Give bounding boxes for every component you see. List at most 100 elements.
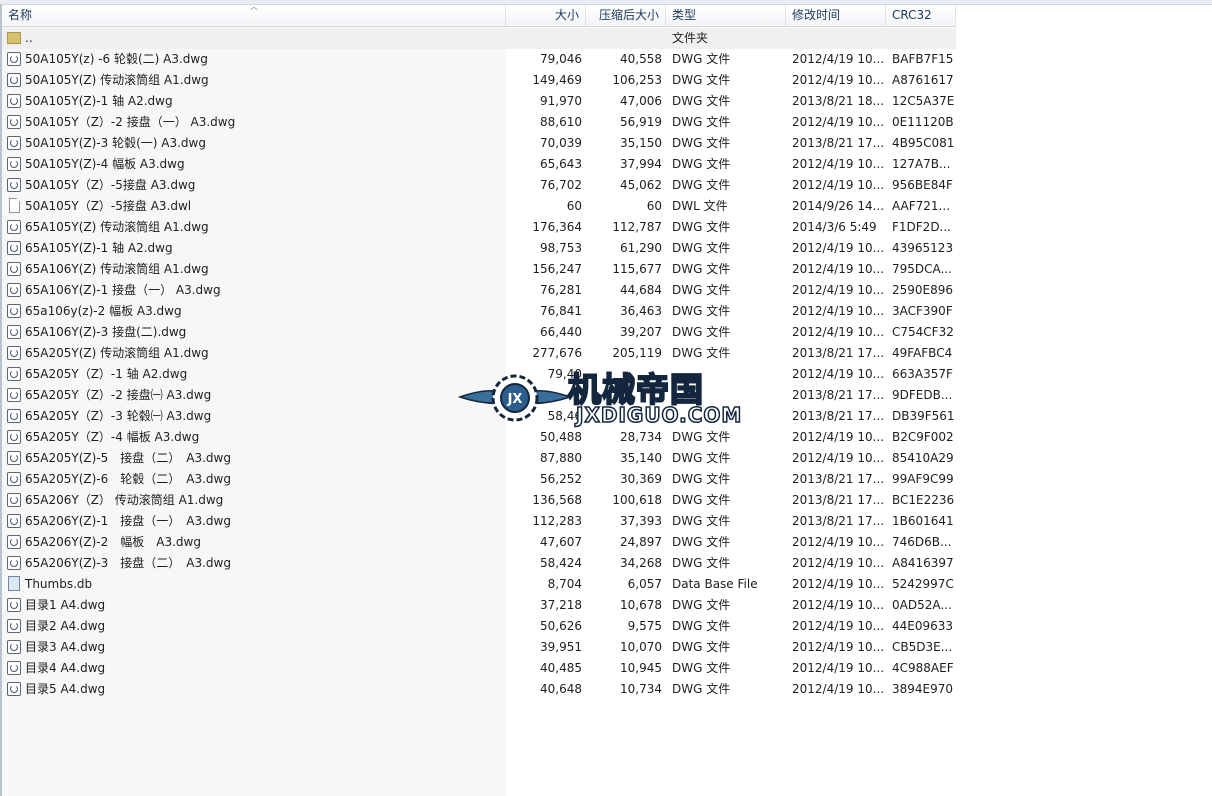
file-type: DWG 文件 (672, 178, 731, 192)
file-size: 40,648 (540, 682, 582, 696)
file-row[interactable]: 65a106y(z)-2 幅板 A3.dwg 76,841 36,463 DWG 文件… (2, 301, 956, 322)
file-name: 50A105Y(Z)-1 轴 A2.dwg (25, 94, 173, 108)
file-name: 50A105Y(Z) 传动滚筒组 A1.dwg (25, 73, 209, 87)
file-crc32: 0E11120B (892, 115, 954, 129)
file-packed-size: 10,945 (620, 661, 662, 675)
dwg-file-icon (6, 471, 22, 487)
file-crc32: 4C988AEF (892, 661, 954, 675)
column-header-packed-size[interactable]: 压缩后大小 (586, 5, 666, 26)
file-packed-size: 56,919 (620, 115, 662, 129)
file-modified: 2013/8/21 18... (792, 94, 885, 108)
file-row[interactable]: 65A206Y(Z)-3 接盘（二） A3.dwg 58,424 34,268 DWG… (2, 553, 956, 574)
file-packed-size: 205,119 (612, 346, 662, 360)
file-packed-size: 61,290 (620, 241, 662, 255)
column-header-type[interactable]: 类型 (666, 5, 786, 26)
file-name: 50A105Y（Z）-2 接盘（一） A3.dwg (25, 115, 236, 129)
db-file-icon (6, 576, 22, 592)
file-name: 65A206Y（Z） 传动滚筒组 A1.dwg (25, 493, 224, 507)
file-name: Thumbs.db (25, 577, 93, 591)
column-header-size[interactable]: 大小 (506, 5, 586, 26)
file-row[interactable]: 50A105Y(Z)-3 轮毂(一) A3.dwg 70,039 35,150 DWG… (2, 133, 956, 154)
file-crc32: 1B601641 (892, 514, 954, 528)
file-row[interactable]: 65A205Y(Z)-5 接盘（二） A3.dwg 87,880 35,140 DWG… (2, 448, 956, 469)
file-type: DWG 文件 (672, 73, 731, 87)
file-name: 65A205Y(Z) 传动滚筒组 A1.dwg (25, 346, 209, 360)
file-row[interactable]: 50A105Y(Z)-1 轴 A2.dwg 91,970 47,006 DWG 文件 2… (2, 91, 956, 112)
file-row[interactable]: 65A106Y(Z)-3 接盘(二).dwg 66,440 39,207 DWG 文件… (2, 322, 956, 343)
column-header-name[interactable]: 名称 ︿ (2, 3, 506, 26)
file-modified: 2014/9/26 14... (792, 199, 885, 213)
file-row[interactable]: Thumbs.db 8,704 6,057 Data Base File 2012/4/… (2, 574, 956, 595)
file-type: DWG 文件 (672, 136, 731, 150)
file-packed-size: 112,787 (612, 220, 662, 234)
file-row[interactable]: 65A106Y(Z)-1 接盘（一） A3.dwg 76,281 44,684 DWG… (2, 280, 956, 301)
dwl-file-icon (6, 198, 22, 214)
dwg-file-icon (6, 177, 22, 193)
file-crc32: 49FAFBC4 (892, 346, 953, 360)
file-modified: 2012/4/19 10... (792, 556, 885, 570)
file-row[interactable]: 65A206Y(Z)-2 幅板 A3.dwg 47,607 24,897 DWG 文件… (2, 532, 956, 553)
dwg-file-icon (6, 240, 22, 256)
file-size: 60 (566, 199, 582, 213)
parent-folder-type: 文件夹 (672, 31, 709, 45)
file-type: DWG 文件 (672, 472, 731, 486)
file-row[interactable]: 目录3 A4.dwg 39,951 10,070 DWG 文件 2012/4/19 10… (2, 637, 956, 658)
file-name: 目录1 A4.dwg (25, 598, 106, 612)
dwg-file-icon (6, 618, 22, 634)
file-modified: 2012/4/19 10... (792, 73, 885, 87)
file-packed-size: 115,677 (612, 262, 662, 276)
file-size: 176,364 (532, 220, 582, 234)
dwg-file-icon (6, 597, 22, 613)
file-row[interactable]: 目录5 A4.dwg 40,648 10,734 DWG 文件 2012/4/19 10… (2, 679, 956, 700)
dwg-file-icon (6, 408, 22, 424)
file-row[interactable]: 目录2 A4.dwg 50,626 9,575 DWG 文件 2012/4/19 10.… (2, 616, 956, 637)
file-name: 65A106Y(Z)-3 接盘(二).dwg (25, 325, 187, 339)
file-type: DWG 文件 (672, 661, 731, 675)
dwg-file-icon (6, 72, 22, 88)
file-row[interactable]: 65A206Y（Z） 传动滚筒组 A1.dwg 136,568 100,618 DWG… (2, 490, 956, 511)
file-name: 目录3 A4.dwg (25, 640, 106, 654)
file-row[interactable]: 50A105Y（Z）-5接盘 A3.dwg 76,702 45,062 DWG 文件 2… (2, 175, 956, 196)
file-row[interactable]: 50A105Y(z) -6 轮毂(二) A3.dwg 79,046 40,558 DW… (2, 49, 956, 70)
file-name: 65A205Y(Z)-5 接盘（二） A3.dwg (25, 451, 231, 465)
file-row[interactable]: 65A205Y(Z) 传动滚筒组 A1.dwg 277,676 205,119 DWG… (2, 343, 956, 364)
file-row[interactable]: 65A105Y(Z)-1 轴 A2.dwg 98,753 61,290 DWG 文件 2… (2, 238, 956, 259)
file-row[interactable]: 50A105Y（Z）-5接盘 A3.dwl 60 60 DWL 文件 2014/9/26… (2, 196, 956, 217)
file-row[interactable]: 目录4 A4.dwg 40,485 10,945 DWG 文件 2012/4/19 10… (2, 658, 956, 679)
file-modified: 2013/8/21 17... (792, 514, 885, 528)
file-row[interactable]: 50A105Y(Z) 传动滚筒组 A1.dwg 149,469 106,253 DWG… (2, 70, 956, 91)
dwg-file-icon (6, 660, 22, 676)
file-row[interactable]: 50A105Y（Z）-2 接盘（一） A3.dwg 88,610 56,919 DWG… (2, 112, 956, 133)
file-row[interactable]: 50A105Y(Z)-4 幅板 A3.dwg 65,643 37,994 DWG 文件… (2, 154, 956, 175)
column-header-modified[interactable]: 修改时间 (786, 5, 886, 26)
file-name: 65A106Y(Z) 传动滚筒组 A1.dwg (25, 262, 209, 276)
file-modified: 2012/4/19 10... (792, 661, 885, 675)
file-type: DWG 文件 (672, 514, 731, 528)
dwg-file-icon (6, 639, 22, 655)
watermark-url: JXDIGUO.COM (575, 402, 743, 428)
file-crc32: 12C5A37E (892, 94, 955, 108)
parent-folder-row[interactable]: .. 文件夹 (2, 28, 956, 49)
file-size: 98,753 (540, 241, 582, 255)
file-row[interactable]: 65A106Y(Z) 传动滚筒组 A1.dwg 156,247 115,677 DWG… (2, 259, 956, 280)
file-row[interactable]: 目录1 A4.dwg 37,218 10,678 DWG 文件 2012/4/19 10… (2, 595, 956, 616)
file-row[interactable]: 65A205Y(Z)-6 轮毂（二） A3.dwg 56,252 30,369 DWG… (2, 469, 956, 490)
file-modified: 2012/4/19 10... (792, 283, 885, 297)
file-type: DWG 文件 (672, 262, 731, 276)
file-modified: 2013/8/21 17... (792, 136, 885, 150)
dwg-file-icon (6, 429, 22, 445)
file-packed-size: 39,207 (620, 325, 662, 339)
file-modified: 2012/4/19 10... (792, 367, 885, 381)
dwg-file-icon (6, 51, 22, 67)
file-size: 76,281 (540, 283, 582, 297)
column-header-crc32[interactable]: CRC32 (886, 5, 956, 26)
file-name: 65A205Y（Z）-1 轴 A2.dwg (25, 367, 188, 381)
file-name: 50A105Y(Z)-3 轮毂(一) A3.dwg (25, 136, 206, 150)
file-type: DWG 文件 (672, 94, 731, 108)
file-size: 40,485 (540, 661, 582, 675)
column-header-bar: 名称 ︿ 大小 压缩后大小 类型 修改时间 CRC32 (2, 3, 956, 27)
file-name: 65A105Y(Z)-1 轴 A2.dwg (25, 241, 173, 255)
file-row[interactable]: 65A105Y(Z) 传动滚筒组 A1.dwg 176,364 112,787 DWG… (2, 217, 956, 238)
file-modified: 2012/4/19 10... (792, 451, 885, 465)
file-row[interactable]: 65A206Y(Z)-1 接盘（一） A3.dwg 112,283 37,393 DW… (2, 511, 956, 532)
